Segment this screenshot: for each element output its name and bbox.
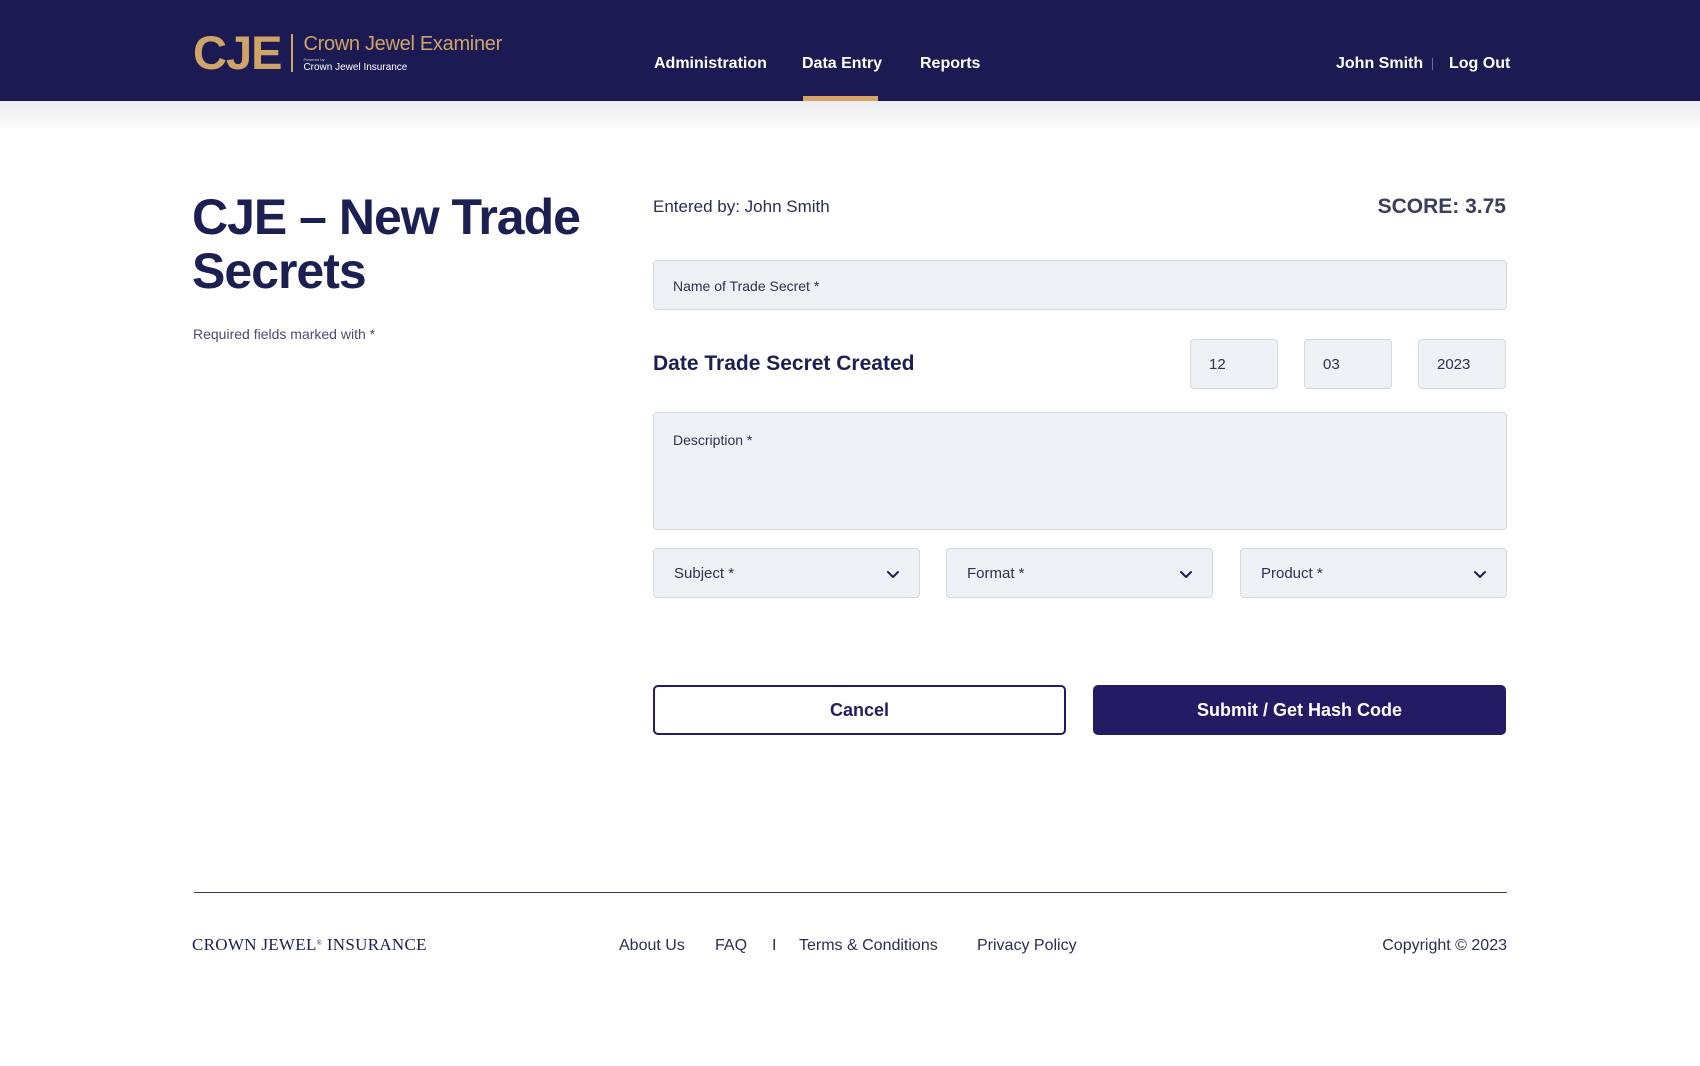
cje-logo[interactable]: CJE Crown Jewel Examiner Powered by Crow… [193, 28, 502, 78]
score: SCORE: 3.75 [1377, 195, 1506, 218]
header-divider [1432, 58, 1433, 70]
nav-reports[interactable]: Reports [920, 52, 980, 76]
page-title: CJE – New Trade Secrets [192, 189, 581, 299]
logo-text: Crown Jewel Examiner Powered by Crown Je… [303, 33, 502, 74]
product-select[interactable]: Product * [1240, 548, 1507, 598]
top-header: CJE Crown Jewel Examiner Powered by Crow… [0, 0, 1700, 101]
nav-data-entry[interactable]: Data Entry [802, 52, 882, 76]
footer-faq-link[interactable]: FAQ [715, 935, 747, 957]
chevron-down-icon [1180, 571, 1192, 578]
logo-divider [291, 34, 294, 72]
format-select[interactable]: Format * [946, 548, 1213, 598]
date-created-label: Date Trade Secret Created [653, 352, 915, 375]
logo-title: Crown Jewel Examiner [303, 32, 502, 55]
footer-logo[interactable]: CROWN JEWEL® INSURANCE [192, 934, 427, 956]
date-month-field[interactable]: 03 [1304, 339, 1392, 389]
description-field[interactable]: Description * [653, 412, 1507, 530]
footer-separator: I [772, 937, 777, 954]
chevron-down-icon [887, 571, 899, 578]
footer-logo-registered: ® [316, 939, 323, 947]
logout-link[interactable]: Log Out [1449, 52, 1510, 76]
date-year-value: 2023 [1437, 356, 1471, 373]
footer-about-link[interactable]: About Us [619, 935, 685, 957]
required-fields-note: Required fields marked with * [193, 326, 376, 342]
nav-administration[interactable]: Administration [654, 52, 767, 76]
format-select-label: Format * [967, 565, 1025, 582]
footer-divider [194, 892, 1507, 893]
date-month-value: 03 [1323, 356, 1340, 373]
trade-secret-name-placeholder: Name of Trade Secret * [673, 278, 820, 294]
header-shadow [0, 101, 1700, 131]
submit-button[interactable]: Submit / Get Hash Code [1093, 685, 1506, 735]
logo-subtitle: Crown Jewel Insurance [303, 61, 408, 73]
trade-secret-name-field[interactable]: Name of Trade Secret * [653, 260, 1507, 310]
date-day-value: 12 [1209, 356, 1226, 373]
subject-select[interactable]: Subject * [653, 548, 920, 598]
subject-select-label: Subject * [674, 565, 735, 582]
product-select-label: Product * [1261, 565, 1323, 582]
footer-terms-link[interactable]: Terms & Conditions [799, 935, 938, 957]
description-placeholder: Description * [673, 432, 753, 448]
logo-mark: CJE [193, 26, 282, 79]
footer-privacy-link[interactable]: Privacy Policy [977, 935, 1077, 957]
copyright: Copyright © 2023 [1382, 937, 1507, 954]
date-day-field[interactable]: 12 [1190, 339, 1278, 389]
entered-by: Entered by: John Smith [653, 197, 830, 216]
footer-logo-insurance: INSURANCE [322, 935, 427, 954]
date-year-field[interactable]: 2023 [1418, 339, 1506, 389]
footer-logo-name: CROWN JEWEL [192, 935, 317, 954]
user-name[interactable]: John Smith [1336, 52, 1423, 76]
cancel-button[interactable]: Cancel [653, 685, 1066, 735]
chevron-down-icon [1474, 571, 1486, 578]
